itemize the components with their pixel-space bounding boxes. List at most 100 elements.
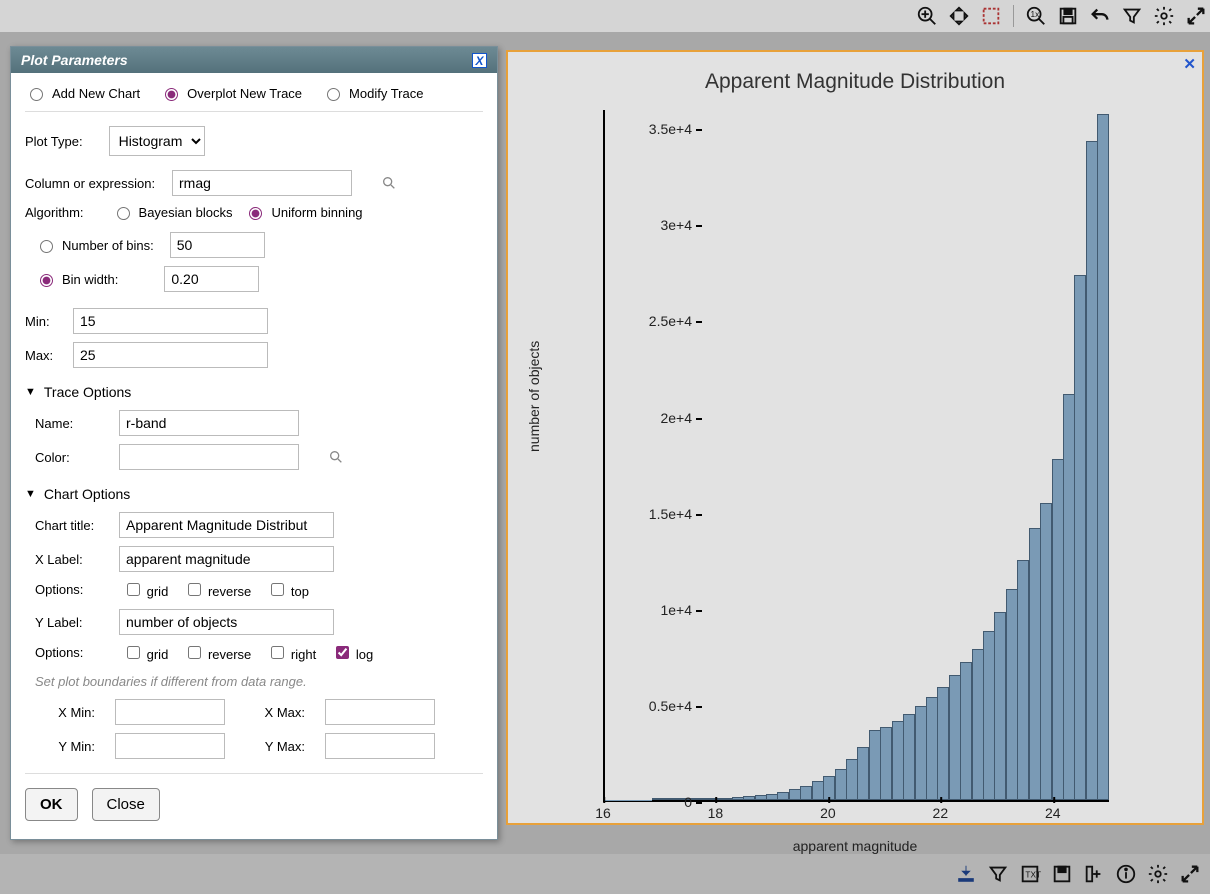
histogram-bar	[915, 706, 927, 800]
histogram-bar	[777, 792, 789, 800]
histogram-bar	[652, 798, 664, 800]
x-tick-label: 18	[708, 805, 724, 821]
histogram-bar	[698, 798, 710, 800]
trace-options-toggle[interactable]: ▼ Trace Options	[25, 384, 483, 400]
chart-mode-group: Add New Chart Overplot New Trace Modify …	[25, 85, 483, 112]
y-reverse-checkbox[interactable]: reverse	[184, 643, 251, 662]
filter-icon[interactable]	[1118, 2, 1146, 30]
ylabel-input[interactable]	[119, 609, 334, 635]
column-input[interactable]	[172, 170, 352, 196]
ylabel-label: Y Label:	[35, 615, 107, 630]
numbins-input[interactable]	[170, 232, 265, 258]
x-top-checkbox[interactable]: top	[267, 580, 309, 599]
info-icon[interactable]	[1112, 860, 1140, 888]
column-label: Column or expression:	[25, 176, 160, 191]
chart-title-input[interactable]	[119, 512, 334, 538]
caret-down-icon: ▼	[25, 386, 36, 398]
y-options-label: Options:	[35, 645, 107, 660]
histogram-bar	[1052, 459, 1064, 800]
y-tick-label: 2.5e+4	[649, 313, 692, 329]
column-lookup-icon[interactable]	[380, 174, 398, 192]
chart-title-label: Chart title:	[35, 518, 107, 533]
mode-overplot-radio[interactable]: Overplot New Trace	[160, 85, 302, 101]
y-axis-label: number of objects	[526, 341, 542, 452]
plot-close-icon[interactable]: ✕	[1183, 55, 1196, 73]
plot-parameters-dialog: Plot Parameters X Add New Chart Overplot…	[10, 46, 498, 840]
histogram-bar	[1006, 589, 1018, 800]
binwidth-radio[interactable]: Bin width:	[35, 271, 118, 287]
x-grid-checkbox[interactable]: grid	[123, 580, 168, 599]
text-icon[interactable]: TXT	[1016, 860, 1044, 888]
histogram-bar	[937, 687, 949, 800]
xlabel-input[interactable]	[119, 546, 334, 572]
ymax-input[interactable]	[325, 733, 435, 759]
xmax-label: X Max:	[245, 705, 305, 720]
histogram-bar	[755, 795, 767, 800]
y-tick-label: 0.5e+4	[649, 698, 692, 714]
histogram-bar	[1097, 114, 1109, 800]
save-icon-2[interactable]	[1048, 860, 1076, 888]
dialog-close-icon[interactable]: X	[472, 53, 487, 68]
xlabel-label: X Label:	[35, 552, 107, 567]
algo-uniform-radio[interactable]: Uniform binning	[244, 204, 362, 220]
svg-text:1x: 1x	[1031, 10, 1041, 19]
ymin-input[interactable]	[115, 733, 225, 759]
xmax-input[interactable]	[325, 699, 435, 725]
xmin-input[interactable]	[115, 699, 225, 725]
color-lookup-icon[interactable]	[327, 448, 345, 466]
histogram-bar	[892, 721, 904, 800]
x-options-label: Options:	[35, 582, 107, 597]
settings-icon-2[interactable]	[1144, 860, 1172, 888]
expand-icon[interactable]	[1182, 2, 1210, 30]
expand-icon-2[interactable]	[1176, 860, 1204, 888]
binwidth-input[interactable]	[164, 266, 259, 292]
y-right-checkbox[interactable]: right	[267, 643, 316, 662]
y-tick-label: 1e+4	[660, 602, 692, 618]
y-grid-checkbox[interactable]: grid	[123, 643, 168, 662]
trace-name-label: Name:	[35, 416, 85, 431]
algo-bayesian-radio[interactable]: Bayesian blocks	[112, 204, 233, 220]
chart-options-toggle[interactable]: ▼ Chart Options	[25, 486, 483, 502]
filter-icon-2[interactable]	[984, 860, 1012, 888]
pan-icon[interactable]	[945, 2, 973, 30]
y-tick-label: 2e+4	[660, 410, 692, 426]
undo-icon[interactable]	[1086, 2, 1114, 30]
x-tick-label: 16	[595, 805, 611, 821]
min-input[interactable]	[73, 308, 268, 334]
dialog-titlebar[interactable]: Plot Parameters X	[11, 47, 497, 73]
trace-color-input[interactable]	[119, 444, 299, 470]
xmin-label: X Min:	[35, 705, 95, 720]
plot-title: Apparent Magnitude Distribution	[508, 70, 1202, 94]
y-log-checkbox[interactable]: log	[332, 643, 373, 662]
numbins-radio[interactable]: Number of bins:	[35, 237, 154, 253]
histogram-bar	[1063, 394, 1075, 800]
histogram-bar	[1040, 503, 1052, 800]
ymin-label: Y Min:	[35, 739, 95, 754]
save-icon[interactable]	[1054, 2, 1082, 30]
max-input[interactable]	[73, 342, 268, 368]
close-button[interactable]: Close	[92, 788, 160, 821]
settings-icon[interactable]	[1150, 2, 1178, 30]
y-tick-label: 3.5e+4	[649, 121, 692, 137]
y-tick-label: 0	[684, 794, 692, 810]
histogram-bar	[1074, 275, 1086, 800]
download-icon[interactable]	[952, 860, 980, 888]
mode-modify-radio[interactable]: Modify Trace	[322, 85, 423, 101]
ok-button[interactable]: OK	[25, 788, 78, 821]
histogram-bar	[720, 798, 732, 800]
zoom-in-icon[interactable]	[913, 2, 941, 30]
histogram-bar	[880, 727, 892, 800]
top-toolbar: 1x	[0, 0, 1210, 32]
plot-type-label: Plot Type:	[25, 134, 83, 149]
mode-add-radio[interactable]: Add New Chart	[25, 85, 140, 101]
y-tick-label: 1.5e+4	[649, 506, 692, 522]
zoom-reset-icon[interactable]: 1x	[1022, 2, 1050, 30]
select-box-icon[interactable]	[977, 2, 1005, 30]
x-reverse-checkbox[interactable]: reverse	[184, 580, 251, 599]
x-tick-label: 20	[820, 805, 836, 821]
add-column-icon[interactable]	[1080, 860, 1108, 888]
plot-type-select[interactable]: Histogram	[109, 126, 205, 156]
dialog-title-text: Plot Parameters	[21, 52, 128, 68]
trace-name-input[interactable]	[119, 410, 299, 436]
histogram-bar	[732, 797, 744, 800]
